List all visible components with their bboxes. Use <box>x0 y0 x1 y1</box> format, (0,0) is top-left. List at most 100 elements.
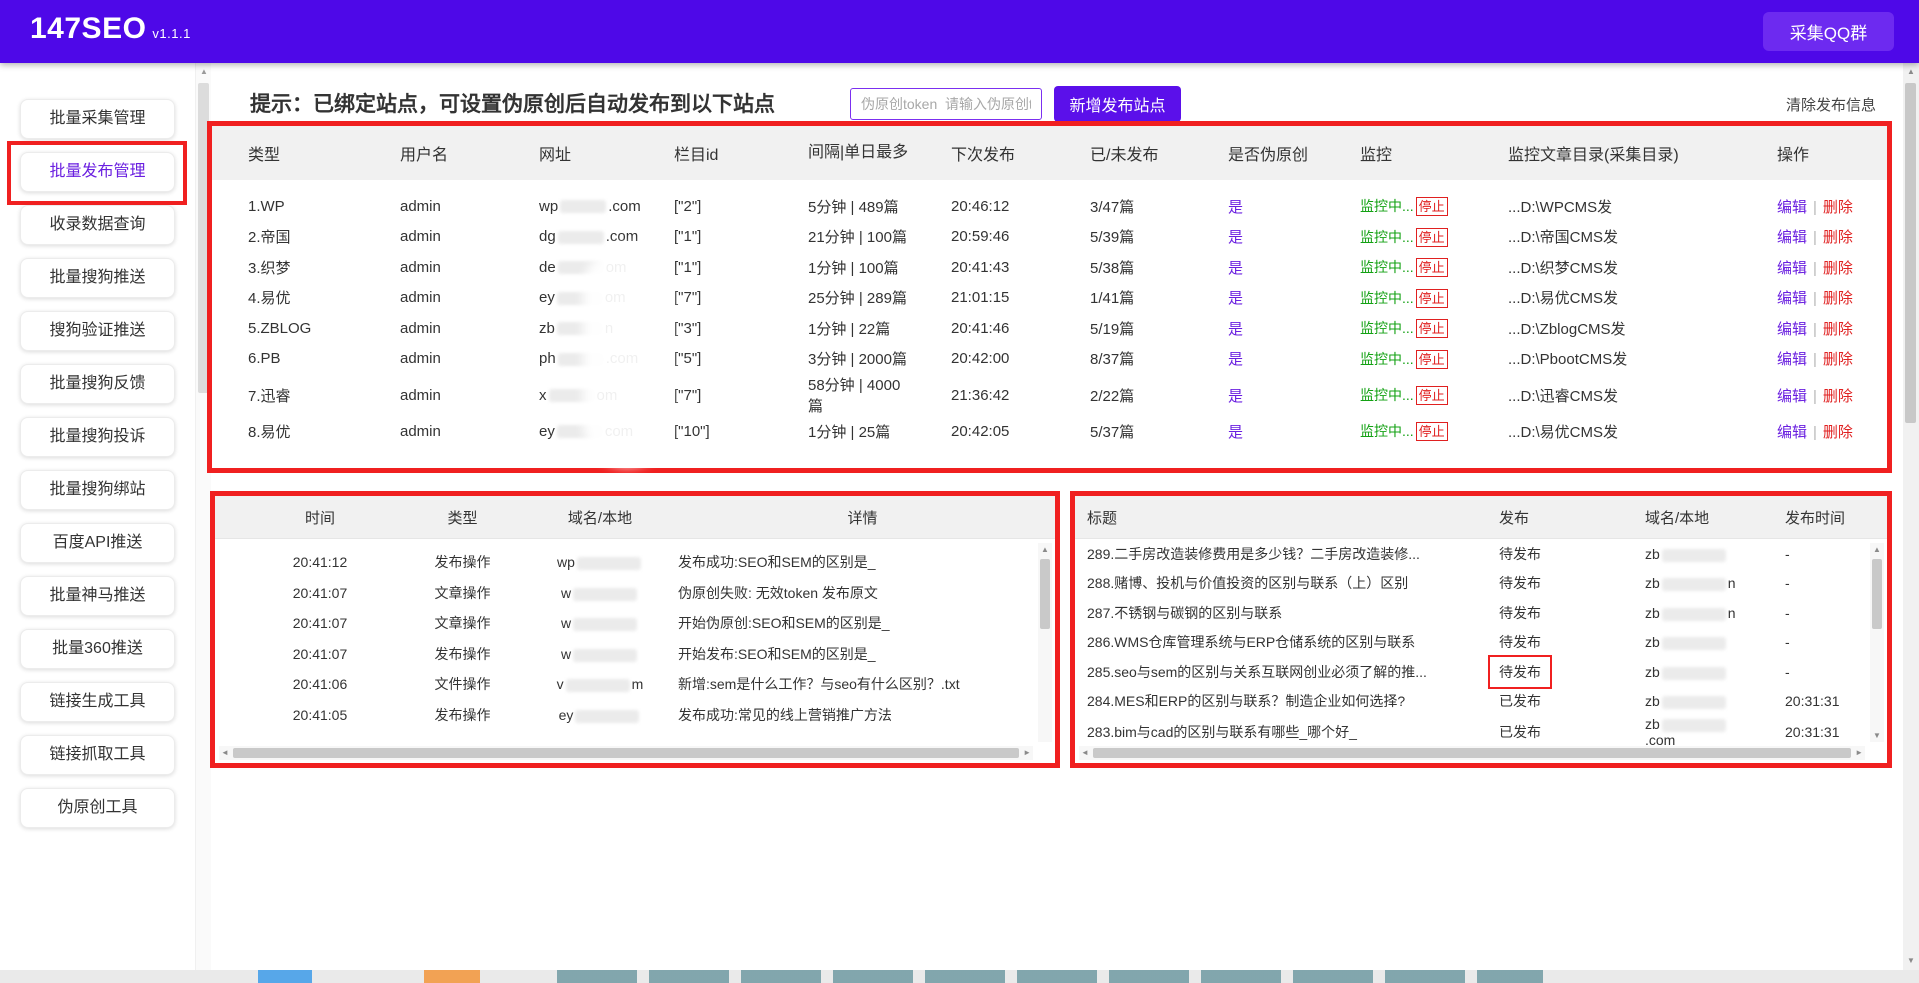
stop-button[interactable]: 停止 <box>1416 350 1448 369</box>
sidebar-item[interactable]: 批量360推送 <box>20 629 175 669</box>
scroll-down-icon[interactable]: ▼ <box>1870 731 1884 740</box>
site-interval: 5分钟 | 489篇 <box>808 196 951 217</box>
articles-vertical-scrollbar[interactable]: ▲ ▼ <box>1870 543 1884 742</box>
article-domain: zb.com <box>1595 716 1745 748</box>
site-monitor-cell: 监控中...停止 <box>1360 196 1508 216</box>
scrollbar-thumb[interactable] <box>1905 83 1916 423</box>
sidebar-item[interactable]: 批量神马推送 <box>20 576 175 616</box>
site-interval: 1分钟 | 22篇 <box>808 318 951 339</box>
scroll-up-icon[interactable]: ▲ <box>196 67 212 76</box>
sidebar-item[interactable]: 批量搜狗投诉 <box>20 417 175 457</box>
operation-log-panel: 时间 类型 域名/本地 详情 20:41:12 发布操作 wp 发布成功:SEO… <box>210 491 1060 768</box>
sidebar-item[interactable]: 批量采集管理 <box>20 99 175 139</box>
clear-publish-info-link[interactable]: 清除发布信息 <box>1786 94 1876 115</box>
sidebar-item[interactable]: 搜狗验证推送 <box>20 311 175 351</box>
sidebar-item[interactable]: 批量搜狗反馈 <box>20 364 175 404</box>
article-domain: zb <box>1595 634 1745 650</box>
domain-suffix: m <box>632 676 644 692</box>
page-scrollbar[interactable]: ▲ ▼ <box>1903 63 1919 983</box>
articles-horizontal-scrollbar[interactable]: ◄ ► <box>1079 746 1865 760</box>
url-prefix: ph <box>539 350 556 367</box>
sidebar-item[interactable]: 伪原创工具 <box>20 788 175 828</box>
log-horizontal-scrollbar[interactable]: ◄ ► <box>219 746 1033 760</box>
edit-link[interactable]: 编辑 <box>1777 424 1807 441</box>
pseudo-token-input[interactable] <box>850 88 1042 120</box>
col-column-id: 栏目id <box>674 141 808 165</box>
site-pseudo-flag: 是 <box>1228 196 1360 217</box>
delete-link[interactable]: 删除 <box>1823 260 1853 277</box>
article-status-cell: 待发布 <box>1485 662 1595 682</box>
log-domain: vm <box>530 676 670 692</box>
edit-link[interactable]: 编辑 <box>1777 388 1807 405</box>
scrollbar-thumb[interactable] <box>233 748 1019 758</box>
stop-button[interactable]: 停止 <box>1416 289 1448 308</box>
site-url: ph.com <box>539 350 674 367</box>
sidebar-item[interactable]: 收录数据查询 <box>20 205 175 245</box>
scroll-up-icon[interactable]: ▲ <box>1903 67 1919 76</box>
delete-link[interactable]: 删除 <box>1823 424 1853 441</box>
sidebar-item[interactable]: 批量搜狗绑站 <box>20 470 175 510</box>
sidebar-item[interactable]: 链接生成工具 <box>20 682 175 722</box>
scroll-left-icon[interactable]: ◄ <box>1081 746 1089 760</box>
log-domain: ey <box>530 707 670 723</box>
redacted-domain <box>573 588 637 601</box>
sidebar-item[interactable]: 百度API推送 <box>20 523 175 563</box>
stop-button[interactable]: 停止 <box>1416 197 1448 216</box>
scrollbar-thumb[interactable] <box>1093 748 1851 758</box>
stop-button[interactable]: 停止 <box>1416 422 1448 441</box>
log-vertical-scrollbar[interactable]: ▲ <box>1038 543 1052 742</box>
site-row: 7.迅睿 admin xom ["7"] 58分钟 | 4000篇 21:36:… <box>212 374 1887 416</box>
edit-link[interactable]: 编辑 <box>1777 351 1807 368</box>
stop-button[interactable]: 停止 <box>1416 386 1448 405</box>
scrollbar-thumb[interactable] <box>1040 559 1050 629</box>
sites-table-body: 1.WP admin wp.com ["2"] 5分钟 | 489篇 20:46… <box>212 180 1887 447</box>
stop-button[interactable]: 停止 <box>1416 319 1448 338</box>
url-prefix: ey <box>539 423 555 440</box>
site-row: 1.WP admin wp.com ["2"] 5分钟 | 489篇 20:46… <box>212 191 1887 222</box>
stop-button[interactable]: 停止 <box>1416 258 1448 277</box>
sidebar-item[interactable]: 批量搜狗推送 <box>20 258 175 298</box>
site-column-id: ["1"] <box>674 228 808 245</box>
delete-link[interactable]: 删除 <box>1823 199 1853 216</box>
delete-link[interactable]: 删除 <box>1823 388 1853 405</box>
stop-button[interactable]: 停止 <box>1416 228 1448 247</box>
site-username: admin <box>400 350 539 367</box>
delete-link[interactable]: 删除 <box>1823 351 1853 368</box>
scrollbar-thumb[interactable] <box>1872 559 1882 629</box>
scroll-right-icon[interactable]: ► <box>1023 746 1031 760</box>
url-suffix: .com <box>606 228 639 245</box>
redacted-domain <box>1662 696 1726 709</box>
delete-link[interactable]: 删除 <box>1823 229 1853 246</box>
sidebar-item[interactable]: 链接抓取工具 <box>20 735 175 775</box>
article-title: 285.seo与sem的区别与关系互联网创业必须了解的推... <box>1087 662 1485 682</box>
edit-link[interactable]: 编辑 <box>1777 229 1807 246</box>
log-type: 发布操作 <box>395 552 530 572</box>
publish-sites-table: 类型 用户名 网址 栏目id 间隔|单日最多 下次发布 已/未发布 是否伪原创 … <box>207 121 1892 473</box>
log-time: 20:41:07 <box>245 615 395 631</box>
site-monitor-dir: ...D:\PbootCMS发 <box>1508 348 1777 369</box>
site-monitor-cell: 监控中...停止 <box>1360 257 1508 277</box>
domain-prefix: w <box>561 585 571 601</box>
domain-prefix: zb <box>1645 605 1660 621</box>
scroll-up-icon[interactable]: ▲ <box>1870 545 1884 554</box>
delete-link[interactable]: 删除 <box>1823 321 1853 338</box>
url-prefix: wp <box>539 198 558 215</box>
edit-link[interactable]: 编辑 <box>1777 199 1807 216</box>
add-publish-site-button[interactable]: 新增发布站点 <box>1054 86 1181 122</box>
scroll-left-icon[interactable]: ◄ <box>221 746 229 760</box>
scroll-down-icon[interactable]: ▼ <box>1903 956 1919 965</box>
site-url: zbn <box>539 320 674 337</box>
delete-link[interactable]: 删除 <box>1823 290 1853 307</box>
qq-group-button[interactable]: 采集QQ群 <box>1763 12 1894 51</box>
sidebar-item[interactable]: 批量发布管理 <box>20 152 175 192</box>
site-monitor-cell: 监控中...停止 <box>1360 318 1508 338</box>
scroll-right-icon[interactable]: ► <box>1855 746 1863 760</box>
edit-link[interactable]: 编辑 <box>1777 260 1807 277</box>
action-separator: | <box>1813 199 1817 216</box>
url-suffix: om <box>597 387 618 404</box>
scroll-up-icon[interactable]: ▲ <box>1038 545 1052 554</box>
edit-link[interactable]: 编辑 <box>1777 290 1807 307</box>
article-status: 待发布 <box>1499 603 1541 623</box>
articles-header: 标题 发布 域名/本地 发布时间 <box>1075 496 1887 539</box>
edit-link[interactable]: 编辑 <box>1777 321 1807 338</box>
